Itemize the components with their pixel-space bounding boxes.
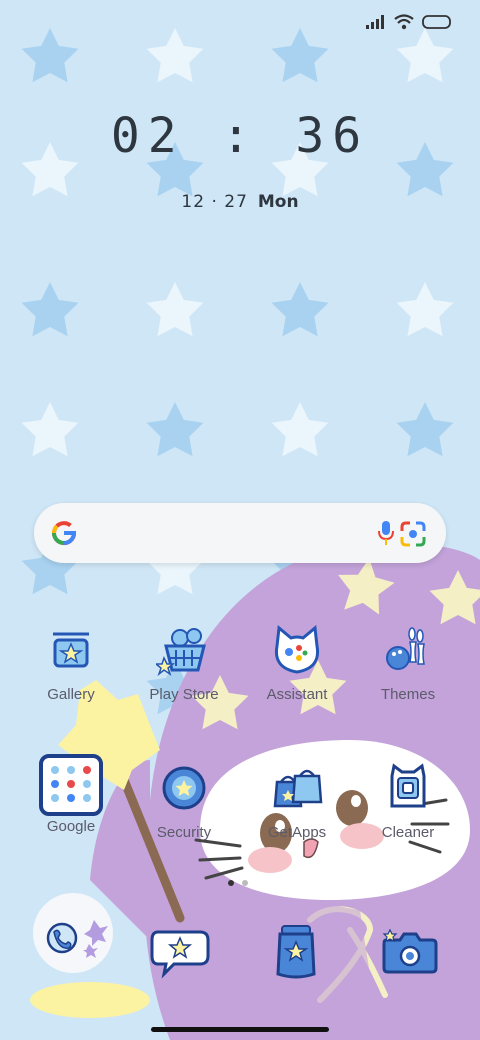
app-assistant[interactable]: Assistant: [249, 624, 345, 703]
app-assistant-label: Assistant: [266, 686, 328, 703]
app-play-store-label: Play Store: [149, 686, 219, 703]
app-cleaner-label: Cleaner: [381, 824, 435, 841]
app-security-label: Security: [156, 824, 212, 841]
clock-time[interactable]: 02 : 36: [0, 108, 480, 164]
app-google-label: Google: [46, 818, 96, 835]
app-gallery-label: Gallery: [47, 686, 95, 703]
page-indicator[interactable]: [228, 880, 248, 886]
cleaner-icon: [390, 763, 426, 808]
clock-date[interactable]: 12 · 27 Mon: [0, 192, 480, 212]
app-google-folder[interactable]: Google: [23, 754, 119, 835]
getapps-icon: [273, 769, 323, 808]
phone-icon: [33, 893, 113, 973]
app-play-store[interactable]: Play Store: [136, 624, 232, 703]
dock-messages[interactable]: [148, 924, 228, 994]
date-weekday: Mon: [257, 192, 299, 212]
google-search-bar[interactable]: [34, 503, 446, 563]
messages-icon: [150, 930, 210, 979]
play-store-icon: [156, 628, 206, 677]
app-themes-label: Themes: [380, 686, 436, 703]
home-gesture-bar[interactable]: [151, 1027, 329, 1032]
microphone-icon[interactable]: [378, 520, 394, 546]
app-getapps[interactable]: GetApps: [249, 762, 345, 841]
dock-browser[interactable]: [264, 922, 344, 992]
home-screen: 02 : 36 12 · 27 Mon Gallery Play Store A…: [0, 0, 480, 1040]
app-themes[interactable]: Themes: [360, 624, 456, 703]
lens-camera-icon[interactable]: [400, 521, 426, 547]
app-security[interactable]: Security: [136, 762, 232, 841]
google-folder-icon: [39, 754, 103, 816]
app-gallery[interactable]: Gallery: [23, 624, 119, 703]
browser-icon: [276, 925, 316, 979]
battery-icon: [422, 15, 451, 29]
themes-icon: [386, 627, 425, 670]
gallery-icon: [53, 632, 89, 668]
status-bar: [366, 14, 452, 30]
google-g-icon: [52, 521, 77, 546]
camera-icon: [382, 928, 438, 974]
page-dot-active: [228, 880, 234, 886]
dock-camera[interactable]: [380, 928, 460, 998]
signal-icon: [366, 15, 384, 29]
wifi-icon: [394, 14, 414, 30]
date-day-month: 12 · 27: [181, 192, 248, 212]
dock-phone[interactable]: [33, 893, 114, 976]
app-getapps-label: GetApps: [267, 824, 327, 841]
page-dot: [242, 880, 248, 886]
security-icon: [162, 766, 206, 810]
app-cleaner[interactable]: Cleaner: [360, 762, 456, 841]
assistant-icon: [274, 625, 320, 674]
